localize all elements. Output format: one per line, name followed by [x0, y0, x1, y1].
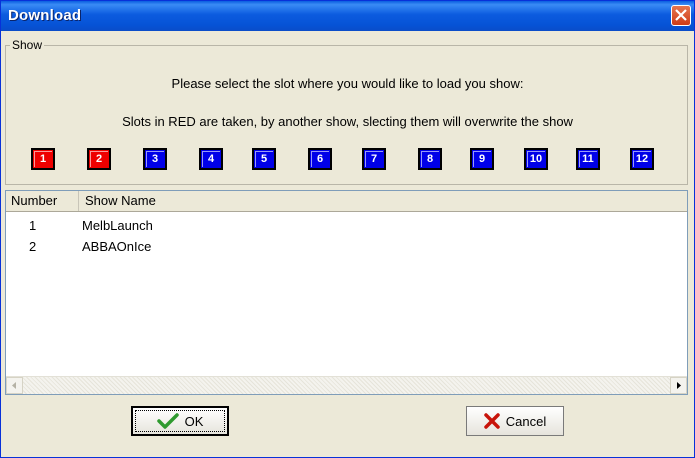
row-number: 1: [29, 218, 37, 233]
slot-7-button[interactable]: 7: [362, 148, 386, 170]
row-number: 2: [29, 239, 37, 254]
slot-4-button[interactable]: 4: [199, 148, 223, 170]
slot-8-button[interactable]: 8: [418, 148, 442, 170]
title-bar[interactable]: Download: [1, 1, 694, 31]
show-group: Show Please select the slot where you wo…: [5, 39, 688, 185]
warning-text: Slots in RED are taken, by another show,…: [122, 114, 573, 129]
ok-button-label: OK: [184, 413, 204, 429]
arrow-left-icon: [12, 382, 16, 389]
slot-5-button[interactable]: 5: [252, 148, 276, 170]
instruction-text: Please select the slot where you would l…: [171, 76, 524, 91]
column-header-show-name[interactable]: Show Name: [80, 191, 280, 211]
scrollbar-track[interactable]: [23, 377, 670, 394]
show-group-legend: Show: [10, 38, 45, 52]
list-item[interactable]: 2 ABBAOnIce: [6, 237, 687, 257]
arrow-right-icon: [677, 382, 681, 389]
scroll-right-button[interactable]: [670, 377, 687, 394]
red-x-icon: [484, 413, 500, 429]
checkmark-icon: [156, 413, 179, 429]
download-dialog: Download Show Please select the slot whe…: [0, 0, 695, 458]
list-header: Number Show Name: [6, 191, 687, 212]
cancel-button[interactable]: Cancel: [466, 406, 564, 436]
row-show-name: MelbLaunch: [82, 218, 153, 233]
row-show-name: ABBAOnIce: [82, 239, 152, 254]
show-list[interactable]: Number Show Name 1 MelbLaunch 2 ABBAOnIc…: [5, 190, 688, 395]
slot-3-button[interactable]: 3: [143, 148, 167, 170]
scroll-left-button[interactable]: [6, 377, 23, 394]
cancel-button-label: Cancel: [505, 413, 547, 429]
slot-1-button[interactable]: 1: [31, 148, 55, 170]
slot-12-button[interactable]: 12: [630, 148, 654, 170]
horizontal-scrollbar[interactable]: [6, 376, 687, 394]
close-button[interactable]: [671, 5, 691, 26]
slot-2-button[interactable]: 2: [87, 148, 111, 170]
slot-10-button[interactable]: 10: [524, 148, 548, 170]
slot-6-button[interactable]: 6: [308, 148, 332, 170]
column-header-number[interactable]: Number: [6, 191, 79, 211]
slot-9-button[interactable]: 9: [470, 148, 494, 170]
list-item[interactable]: 1 MelbLaunch: [6, 216, 687, 236]
window-title: Download: [8, 7, 82, 24]
close-icon: [675, 9, 687, 21]
ok-button[interactable]: OK: [131, 406, 229, 436]
slot-11-button[interactable]: 11: [576, 148, 600, 170]
